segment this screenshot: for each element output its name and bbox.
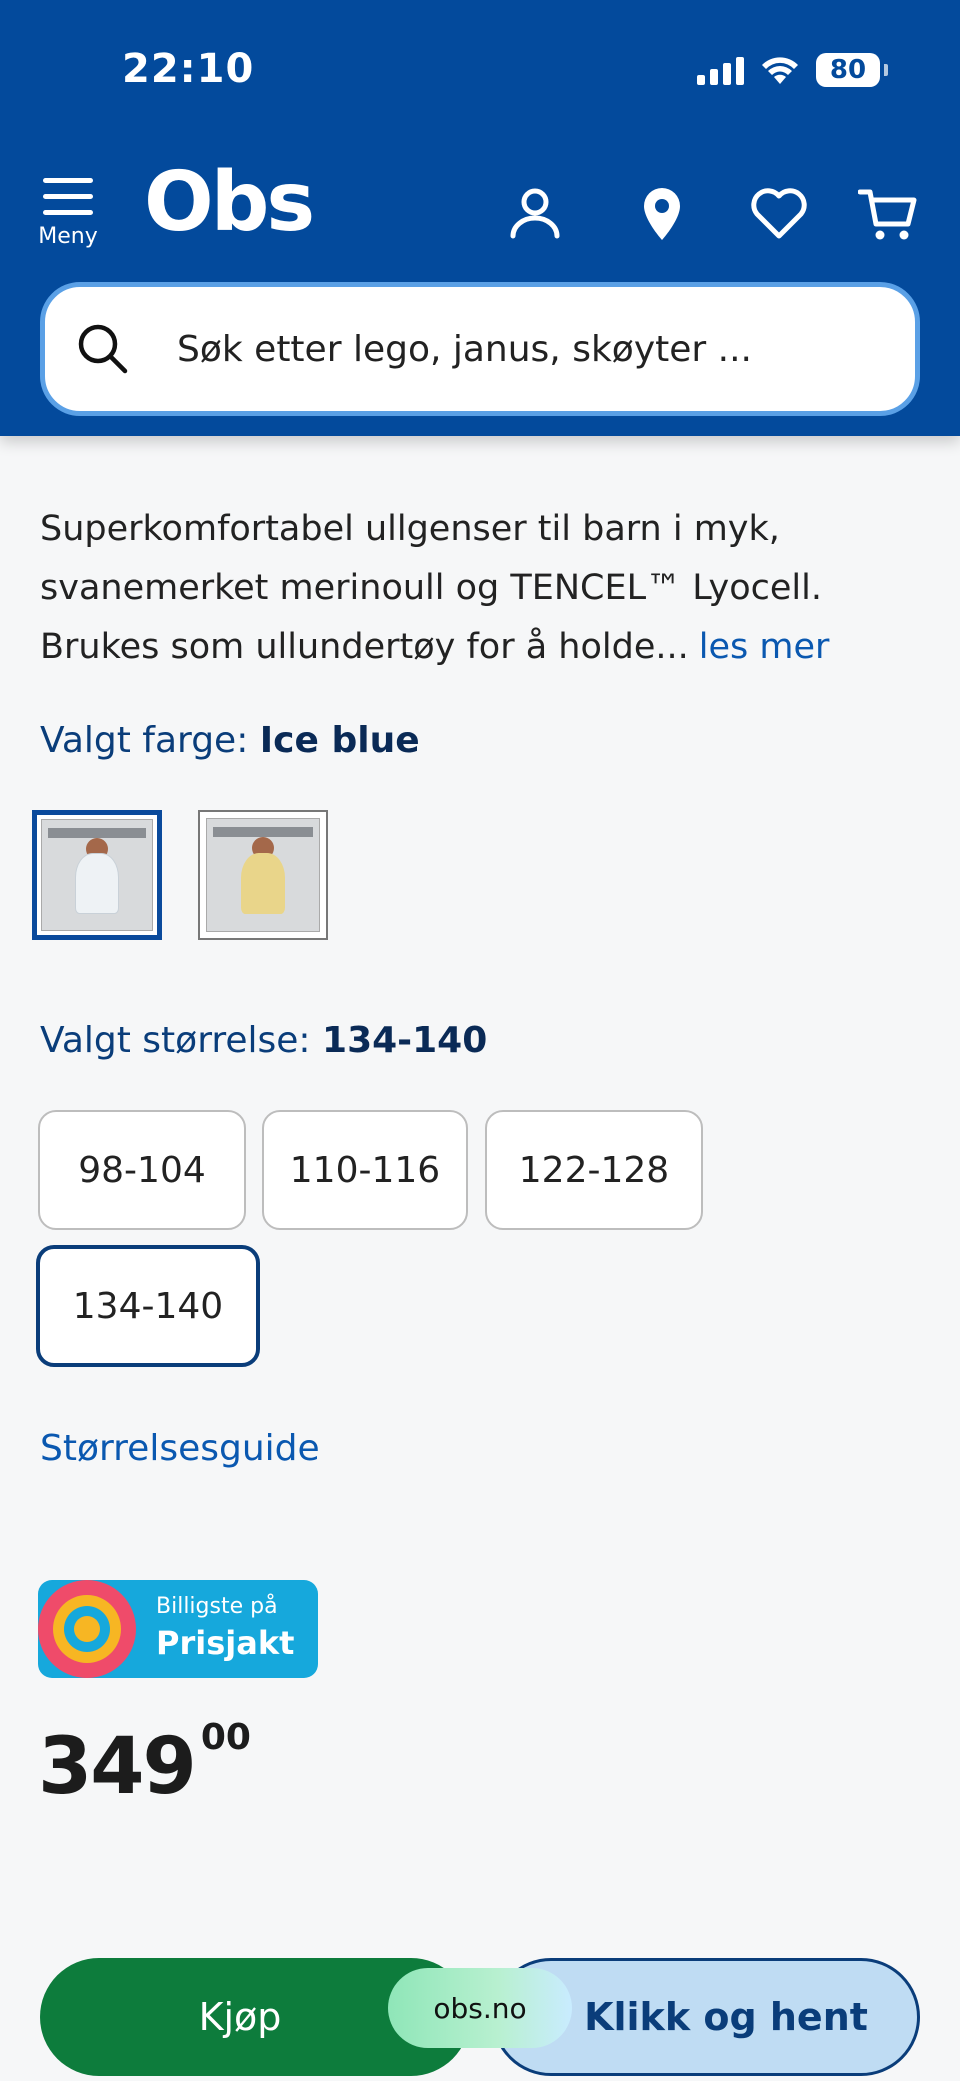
cellular-signal-icon <box>697 55 744 85</box>
size-option-122-128[interactable]: 122-128 <box>485 1110 703 1230</box>
obs-logo[interactable]: Obs <box>144 162 315 244</box>
hamburger-icon <box>43 178 93 215</box>
app-header: 22:10 80 Meny Obs <box>0 0 960 436</box>
color-prefix: Valgt farge: <box>40 720 260 761</box>
status-icons: 80 <box>697 50 888 90</box>
product-description: Superkomfortabel ullgenser til barn i my… <box>40 500 900 677</box>
selected-color-label: Valgt farge: Ice blue <box>40 720 420 761</box>
price-cents: 00 <box>200 1717 251 1758</box>
size-option-110-116[interactable]: 110-116 <box>262 1110 468 1230</box>
search-bar[interactable] <box>40 282 920 416</box>
color-swatch-yellow[interactable] <box>198 810 328 940</box>
status-time: 22:10 <box>122 46 255 92</box>
size-value: 134-140 <box>322 1020 488 1061</box>
battery-icon: 80 <box>816 53 888 87</box>
cart-icon[interactable] <box>858 184 918 244</box>
color-swatch-ice-blue[interactable] <box>32 810 162 940</box>
store-location-icon[interactable] <box>632 184 692 244</box>
search-input[interactable] <box>177 328 877 370</box>
prisjakt-small-text: Billigste på <box>156 1594 278 1619</box>
browser-domain-pill[interactable]: obs.no <box>388 1968 572 2048</box>
read-more-link[interactable]: les mer <box>699 627 830 667</box>
favorites-heart-icon[interactable] <box>749 184 809 244</box>
menu-button[interactable]: Meny <box>36 178 100 249</box>
search-icon <box>78 324 128 374</box>
menu-label: Meny <box>38 224 98 249</box>
product-thumbnail <box>206 818 320 932</box>
size-prefix: Valgt størrelse: <box>40 1020 323 1061</box>
prisjakt-badge: Billigste på Prisjakt <box>38 1580 318 1678</box>
price-main: 349 <box>38 1722 197 1812</box>
size-option-134-140[interactable]: 134-140 <box>36 1245 260 1367</box>
prisjakt-logo-icon <box>38 1580 136 1678</box>
size-option-98-104[interactable]: 98-104 <box>38 1110 246 1230</box>
wifi-icon <box>762 57 798 84</box>
color-value: Ice blue <box>259 720 420 761</box>
product-price: 349 00 <box>38 1717 251 1812</box>
account-icon[interactable] <box>505 184 565 244</box>
selected-size-label: Valgt størrelse: 134-140 <box>40 1020 487 1061</box>
product-thumbnail <box>41 819 153 931</box>
size-guide-link[interactable]: Størrelsesguide <box>40 1428 320 1469</box>
prisjakt-big-text: Prisjakt <box>156 1624 295 1662</box>
